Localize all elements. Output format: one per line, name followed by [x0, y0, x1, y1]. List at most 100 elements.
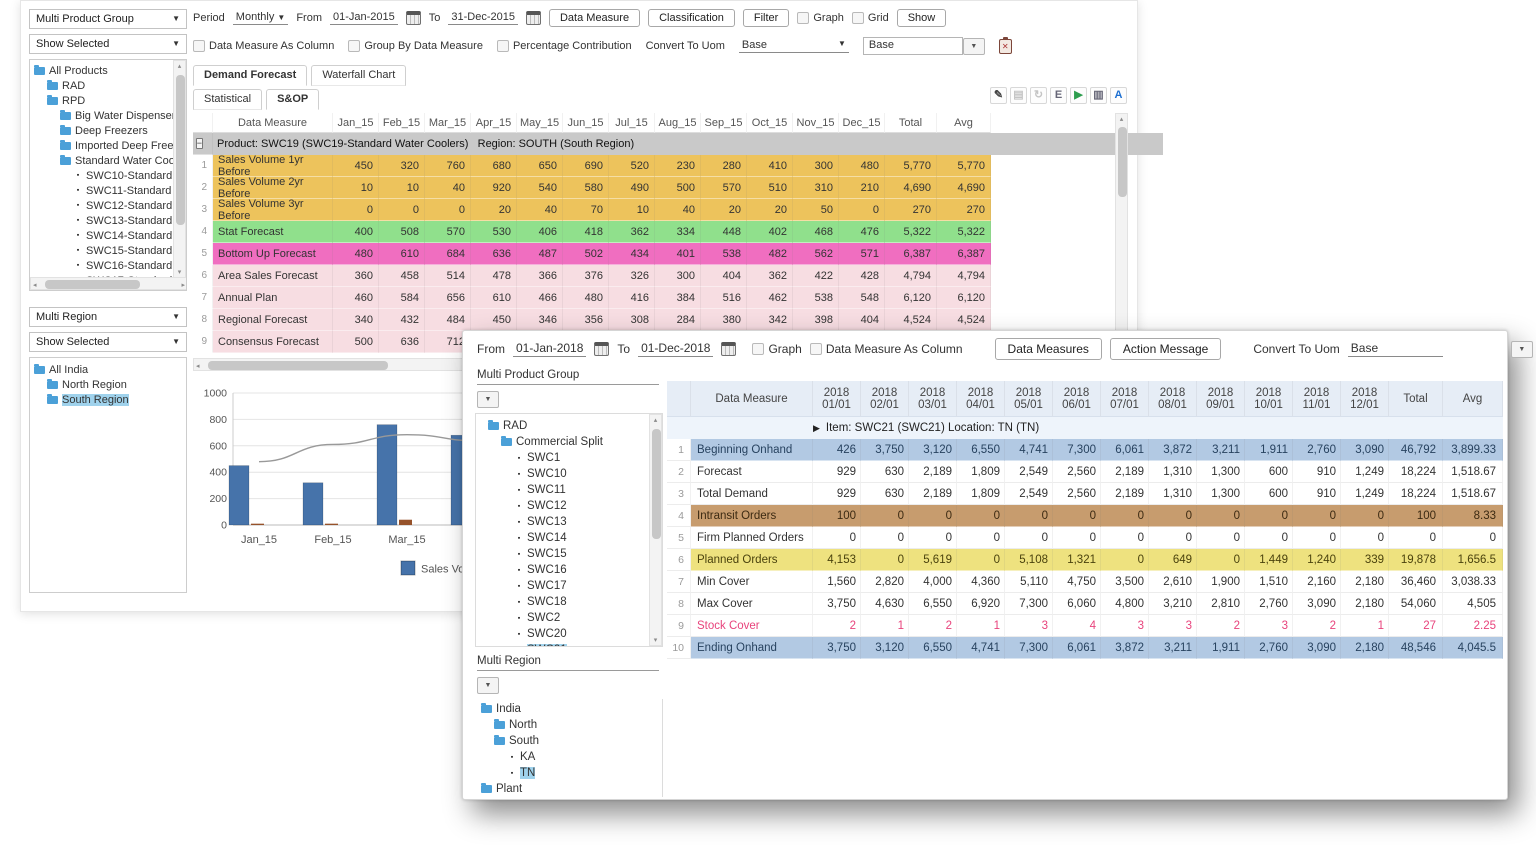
- grid-cell[interactable]: 7,300: [1053, 439, 1101, 461]
- excel-export-icon[interactable]: ▶: [1070, 87, 1087, 104]
- grid-cell[interactable]: 548: [839, 287, 885, 309]
- grid-cell[interactable]: 5,108: [1005, 549, 1053, 571]
- column-header[interactable]: May_15: [517, 113, 563, 133]
- column-header[interactable]: 201810/01: [1245, 381, 1293, 417]
- grid-cell[interactable]: 487: [517, 243, 563, 265]
- grid-cell[interactable]: 5,110: [1005, 571, 1053, 593]
- grid-cell[interactable]: 448: [701, 221, 747, 243]
- percentage-contribution-checkbox[interactable]: Percentage Contribution: [497, 40, 632, 52]
- data-measure-button[interactable]: Data Measure: [549, 9, 640, 27]
- calendar-icon[interactable]: [406, 11, 421, 25]
- grid-cell[interactable]: 400: [333, 221, 379, 243]
- grid-cell[interactable]: 5,770: [885, 155, 937, 177]
- tree-item-rpd[interactable]: RPD: [32, 93, 186, 108]
- grid-cell[interactable]: 20: [471, 199, 517, 221]
- grid-cell[interactable]: 530: [471, 221, 517, 243]
- grid-cell[interactable]: 7,300: [1005, 637, 1053, 659]
- grid-cell[interactable]: 362: [747, 265, 793, 287]
- grid-cell[interactable]: 0: [957, 549, 1005, 571]
- clipboard-icon[interactable]: [999, 39, 1012, 54]
- column-header[interactable]: 201801/01: [813, 381, 861, 417]
- grid-cell[interactable]: 480: [839, 155, 885, 177]
- grid-cell[interactable]: 4: [1053, 615, 1101, 637]
- grid-cell[interactable]: 929: [813, 461, 861, 483]
- front-product-tree-scrollbar[interactable]: ▴ ▾: [649, 414, 662, 646]
- grid-cell[interactable]: 684: [425, 243, 471, 265]
- group-header-row[interactable]: −Product: SWC19 (SWC19-Standard Water Co…: [193, 133, 1163, 155]
- grid-cell[interactable]: 300: [655, 265, 701, 287]
- grid-cell[interactable]: 1,510: [1245, 571, 1293, 593]
- small-bar-Mar_15[interactable]: [399, 520, 412, 525]
- grid-cell[interactable]: 0: [813, 527, 861, 549]
- grid-cell[interactable]: 3: [1005, 615, 1053, 637]
- grid-cell[interactable]: 1,321: [1053, 549, 1101, 571]
- tree-item-swc13[interactable]: ▪SWC13: [486, 514, 662, 530]
- grid-cell[interactable]: 2,549: [1005, 461, 1053, 483]
- bar-Feb_15[interactable]: [303, 483, 323, 525]
- grid-cell[interactable]: 432: [379, 309, 425, 331]
- grid-cell[interactable]: 310: [793, 177, 839, 199]
- grid-cell[interactable]: 50: [793, 199, 839, 221]
- to-date-field[interactable]: 01-Dec-2018: [638, 341, 713, 357]
- grid-cell[interactable]: 18,224: [1389, 483, 1443, 505]
- grid-cell[interactable]: 300: [793, 155, 839, 177]
- grid-cell[interactable]: 760: [425, 155, 471, 177]
- grid-cell[interactable]: 40: [425, 177, 471, 199]
- tree-item-swc2[interactable]: ▪SWC2: [486, 610, 662, 626]
- grid-cell[interactable]: 910: [1293, 461, 1341, 483]
- grid-cell[interactable]: 384: [655, 287, 701, 309]
- grid-cell[interactable]: 7,300: [1005, 593, 1053, 615]
- grid-cell[interactable]: 100: [813, 505, 861, 527]
- grid-cell[interactable]: 2,760: [1245, 593, 1293, 615]
- grid-cell[interactable]: 422: [793, 265, 839, 287]
- column-header[interactable]: 201804/01: [957, 381, 1005, 417]
- filter-button[interactable]: Filter: [743, 9, 789, 27]
- grid-cell[interactable]: 406: [517, 221, 563, 243]
- grid-cell[interactable]: 1,911: [1197, 637, 1245, 659]
- font-icon[interactable]: A: [1110, 87, 1127, 104]
- grid-cell[interactable]: 2,810: [1197, 593, 1245, 615]
- grid-cell[interactable]: 2,760: [1293, 439, 1341, 461]
- grid-cell[interactable]: 5,770: [937, 155, 991, 177]
- grid-cell[interactable]: 0: [1443, 527, 1503, 549]
- column-header[interactable]: 201807/01: [1101, 381, 1149, 417]
- grid-cell[interactable]: 3,090: [1341, 439, 1389, 461]
- graph-checkbox[interactable]: Graph: [752, 342, 801, 356]
- grid-cell[interactable]: 426: [813, 439, 861, 461]
- grid-cell[interactable]: 920: [471, 177, 517, 199]
- grid-cell[interactable]: 4,000: [909, 571, 957, 593]
- grid-cell[interactable]: 690: [563, 155, 609, 177]
- grid-cell[interactable]: 380: [701, 309, 747, 331]
- grid-cell[interactable]: 340: [333, 309, 379, 331]
- grid-cell[interactable]: 70: [563, 199, 609, 221]
- grid-cell[interactable]: 482: [747, 243, 793, 265]
- tree-item-swc15-standard-wa[interactable]: ▪SWC15-Standard Wa: [32, 243, 186, 258]
- tree-item-swc16[interactable]: ▪SWC16: [486, 562, 662, 578]
- tree-item-commercial-split[interactable]: Commercial Split: [486, 434, 662, 450]
- grid-cell[interactable]: 636: [471, 243, 517, 265]
- grid-cell[interactable]: 1,900: [1197, 571, 1245, 593]
- tree-item-south[interactable]: South: [479, 733, 662, 749]
- grid-cell[interactable]: 1,310: [1149, 483, 1197, 505]
- grid-cell[interactable]: 3,211: [1149, 637, 1197, 659]
- grid-cell[interactable]: 339: [1341, 549, 1389, 571]
- grid-cell[interactable]: 40: [655, 199, 701, 221]
- grid-cell[interactable]: 1,240: [1293, 549, 1341, 571]
- grid-cell[interactable]: 6,550: [909, 593, 957, 615]
- grid-cell[interactable]: 2,189: [909, 483, 957, 505]
- scroll-down-icon[interactable]: ▾: [650, 636, 661, 644]
- tree-item-all-india[interactable]: All India: [32, 362, 186, 377]
- grid-cell[interactable]: 3,210: [1149, 593, 1197, 615]
- grid-cell[interactable]: 508: [379, 221, 425, 243]
- tree-item-swc15[interactable]: ▪SWC15: [486, 546, 662, 562]
- grid-checkbox[interactable]: Grid: [852, 12, 889, 24]
- tree-item-ka[interactable]: ▪KA: [479, 749, 662, 765]
- column-header[interactable]: 201805/01: [1005, 381, 1053, 417]
- grid-cell[interactable]: 270: [937, 199, 991, 221]
- grid-cell[interactable]: 362: [609, 221, 655, 243]
- calendar-icon[interactable]: [594, 342, 609, 356]
- column-header[interactable]: 201811/01: [1293, 381, 1341, 417]
- grid-cell[interactable]: 1,449: [1245, 549, 1293, 571]
- grid-cell[interactable]: 636: [379, 331, 425, 353]
- grid-cell[interactable]: 520: [609, 155, 655, 177]
